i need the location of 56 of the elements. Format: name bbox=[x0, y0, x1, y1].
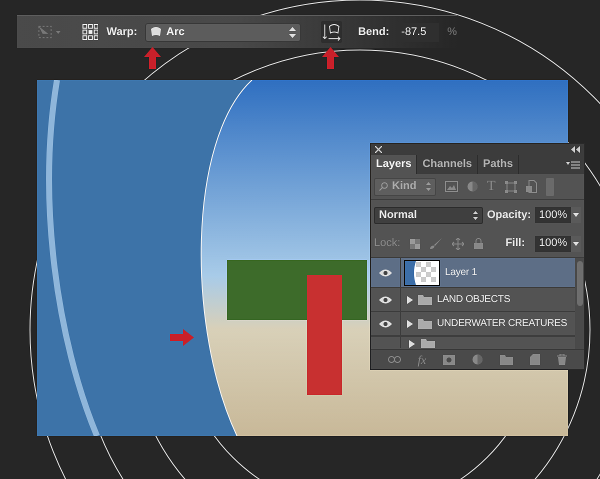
layer-name: Layer 1 bbox=[445, 266, 477, 280]
select-arrows-icon bbox=[289, 26, 296, 38]
fill-label: Fill: bbox=[505, 236, 525, 252]
layer-row[interactable]: LAND OBJECTS bbox=[371, 288, 575, 312]
layer-thumbnail bbox=[404, 260, 440, 286]
select-arrows-icon bbox=[426, 182, 431, 191]
close-icon[interactable] bbox=[375, 146, 382, 153]
opacity-input[interactable]: 100% bbox=[535, 207, 581, 223]
expand-arrow-icon[interactable] bbox=[409, 340, 415, 348]
panel-menu-icon[interactable] bbox=[566, 161, 580, 169]
scrollbar[interactable] bbox=[575, 258, 584, 349]
lock-transparency-icon[interactable] bbox=[410, 238, 420, 248]
panel-tab[interactable]: Layers bbox=[371, 155, 418, 174]
collapse-icon[interactable] bbox=[571, 146, 580, 153]
folder-icon[interactable] bbox=[500, 354, 514, 364]
padlock-icon[interactable] bbox=[474, 238, 484, 249]
new-layer-icon[interactable] bbox=[530, 354, 540, 365]
layer-name: UNDERWATER CREATURES bbox=[437, 317, 568, 331]
folder-icon bbox=[418, 318, 432, 328]
layer-name: LAND OBJECTS bbox=[437, 293, 510, 307]
eye-icon[interactable] bbox=[379, 320, 392, 328]
select-arrows-icon bbox=[472, 210, 478, 220]
adjustment-filter-icon[interactable] bbox=[467, 181, 478, 192]
fill-input[interactable]: 100% bbox=[535, 236, 581, 252]
pointer-arrow-icon bbox=[170, 329, 194, 346]
arc-shape-icon bbox=[150, 26, 162, 38]
folder-icon bbox=[418, 294, 432, 304]
bend-label: Bend: bbox=[358, 24, 390, 40]
trash-icon[interactable] bbox=[557, 354, 568, 365]
warp-style-select[interactable]: Arc bbox=[145, 22, 302, 42]
opacity-label: Opacity: bbox=[486, 208, 531, 223]
dropdown-arrow-icon bbox=[573, 242, 580, 246]
blend-mode-select[interactable]: Normal bbox=[374, 206, 483, 224]
reference-point-icon[interactable] bbox=[82, 23, 98, 41]
move-arrows-icon[interactable] bbox=[452, 238, 464, 250]
transform-selection-icon[interactable] bbox=[37, 24, 62, 40]
expand-arrow-icon[interactable] bbox=[407, 320, 413, 328]
pointer-arrow-icon bbox=[322, 47, 339, 69]
eye-icon[interactable] bbox=[379, 268, 392, 276]
layer-row[interactable]: UNDERWATER CREATURES bbox=[371, 312, 575, 336]
expand-arrow-icon[interactable] bbox=[407, 296, 413, 304]
brush-icon[interactable] bbox=[430, 238, 442, 249]
warp-label: Warp: bbox=[106, 24, 138, 40]
search-icon bbox=[379, 182, 388, 191]
shape-filter-icon[interactable] bbox=[504, 180, 517, 192]
warp-orientation-icon[interactable] bbox=[321, 21, 342, 43]
pointer-arrow-icon bbox=[144, 47, 161, 69]
layer-row[interactable]: Layer 1 bbox=[371, 258, 575, 288]
adjustment-layer-icon[interactable] bbox=[472, 354, 484, 365]
percent-sign: % bbox=[447, 24, 457, 40]
mask-icon[interactable] bbox=[443, 354, 456, 364]
image-filter-icon[interactable] bbox=[445, 181, 458, 192]
eye-icon[interactable] bbox=[379, 296, 392, 304]
smart-object-filter-icon[interactable] bbox=[526, 180, 537, 193]
dropdown-arrow-icon bbox=[573, 213, 580, 217]
link-icon[interactable] bbox=[388, 356, 401, 363]
